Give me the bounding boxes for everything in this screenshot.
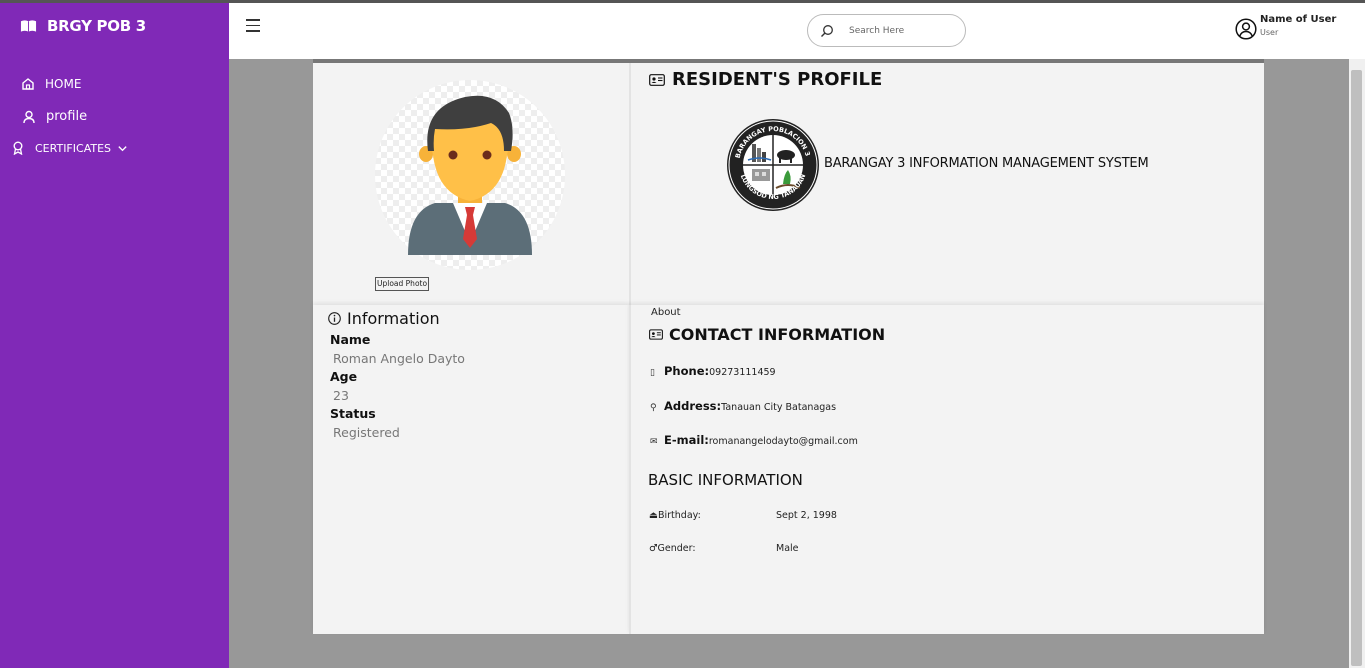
id-card-icon [649,329,663,340]
system-name: BARANGAY 3 INFORMATION MANAGEMENT SYSTEM [824,156,1149,171]
name-label: Name [330,332,371,347]
location-pin-icon: ⚲ [650,403,657,413]
page-title-text: RESIDENT'S PROFILE [672,69,883,90]
birthday-label-row: ⏏Birthday: [649,510,701,521]
search-icon [821,24,833,37]
window-top-border [0,0,1365,3]
status-label: Status [330,406,376,421]
age-label: Age [330,369,358,384]
gender-label: Gender: [657,543,696,554]
scrollbar-thumb[interactable] [1351,70,1362,666]
contact-heading: CONTACT INFORMATION [649,325,885,344]
about-label: About [651,307,681,318]
information-title: Information [347,309,440,328]
male-icon: ♂ [649,543,658,554]
home-icon [22,78,34,90]
sidebar-item-profile[interactable]: profile [22,109,87,124]
email-value: romanangelodayto@gmail.com [708,436,858,447]
contact-title: CONTACT INFORMATION [669,325,886,344]
user-role: User [1260,28,1279,37]
information-heading: Information [328,309,440,328]
chevron-down-icon [118,145,127,151]
email-row: ✉ E-mail: romanangelodayto@gmail.com [650,433,858,447]
sidebar: BRGY POB 3 HOME profile CERTIFICATES [0,3,229,668]
id-card-icon [649,73,665,86]
user-avatar-icon [1235,18,1257,40]
email-label: E-mail: [664,433,709,447]
status-value: Registered [333,425,400,440]
basic-information-heading: BASIC INFORMATION [648,471,803,489]
age-value: 23 [333,388,349,403]
birthday-label: Birthday: [657,510,701,521]
brand[interactable]: BRGY POB 3 [20,17,146,35]
search-box[interactable] [807,14,966,47]
avatar [408,95,532,255]
address-value: Tanauan City Batanagas [721,402,837,413]
top-header: Name of User User [229,3,1365,59]
user-menu[interactable]: Name of User User [1235,14,1336,40]
name-value: Roman Angelo Dayto [333,351,465,366]
upload-photo-button[interactable]: Upload Photo [375,277,430,291]
envelope-icon: ✉ [650,437,658,447]
cake-icon: ⏏ [649,510,658,521]
page-title: RESIDENT'S PROFILE [649,69,882,90]
phone-value: 09273111459 [709,367,776,378]
information-panel: Information Name Roman Angelo Dayto Age … [313,305,629,634]
user-icon [23,110,35,123]
sidebar-item-label: profile [46,109,88,124]
sidebar-item-home[interactable]: HOME [21,77,81,91]
gender-value: Male [776,543,799,554]
sidebar-item-certificates[interactable]: CERTIFICATES [11,141,128,155]
birthday-value: Sept 2, 1998 [776,510,837,521]
book-icon [20,20,37,32]
contact-panel: About CONTACT INFORMATION ▯ Phone: 09273… [629,305,1264,634]
award-icon [13,141,23,155]
menu-toggle-icon[interactable] [246,19,262,33]
info-icon [328,312,341,325]
sidebar-item-label: HOME [45,77,82,91]
photo-panel: Upload Photo [313,63,629,305]
barangay-seal-logo: BARANGAY POBLACION 3 LUNGSOD NG TANAUAN [727,119,819,211]
search-input[interactable] [849,25,959,36]
resident-profile-panel: RESIDENT'S PROFILE BARANGAY POBLACION 3 … [629,63,1264,305]
phone-label: Phone: [664,364,710,378]
address-label: Address: [664,399,722,413]
phone-row: ▯ Phone: 09273111459 [650,364,776,378]
sidebar-item-label: CERTIFICATES [35,141,112,155]
user-name: Name of User [1260,14,1337,25]
phone-icon: ▯ [650,368,655,378]
address-row: ⚲ Address: Tanauan City Batanagas [650,399,836,413]
gender-label-row: ♂Gender: [649,543,696,554]
brand-label: BRGY POB 3 [47,17,146,35]
